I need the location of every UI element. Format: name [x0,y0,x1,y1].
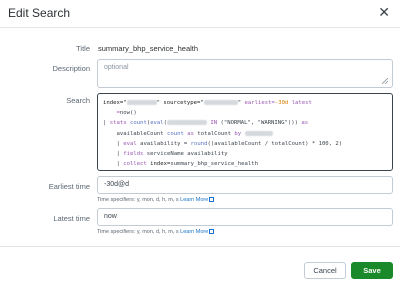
earliest-time-label: Earliest time [48,182,90,191]
search-line-3: | stats count(eval( IN ("NORMAL", "WARNI… [103,120,309,127]
latest-time-field[interactable]: now [97,208,393,226]
search-editor[interactable]: index=" " sourcetype=" " earliest=-30d lat… [97,93,393,171]
search-label: Search [66,96,90,105]
cancel-button[interactable]: Cancel [304,262,346,279]
earliest-learn-more-link[interactable]: Learn More [180,197,215,203]
modal-header: Edit Search ✕ [0,0,400,28]
title-value: summary_bhp_service_health [98,44,199,53]
latest-hint-text: Time specifiers: y, mon, d, h, m, s [97,229,179,235]
description-field[interactable]: optional [97,59,393,88]
latest-time-value: now [104,213,117,220]
latest-time-hint: Time specifiers: y, mon, d, h, m, s Lear… [97,229,215,235]
external-link-icon [209,229,215,234]
learn-more-label: Learn More [180,197,209,203]
save-button[interactable]: Save [351,262,393,279]
earliest-time-field[interactable]: -30d@d [97,176,393,194]
external-link-icon [209,197,215,202]
close-icon[interactable]: ✕ [378,5,390,19]
earliest-hint-text: Time specifiers: y, mon, d, h, m, s [97,197,179,203]
modal-title: Edit Search [8,6,71,20]
latest-learn-more-link[interactable]: Learn More [180,229,215,235]
search-line-4: availableCount count as totalCount by [103,129,387,139]
learn-more-label: Learn More [180,229,209,235]
title-label: Title [76,44,90,53]
search-line-7: | collect index=summary_bhp_service_heal… [103,161,258,168]
latest-time-label: Latest time [53,214,90,223]
resize-handle-icon[interactable] [382,78,388,84]
edit-search-modal: Edit Search ✕ Title summary_bhp_service_… [0,0,400,286]
description-placeholder: optional [104,64,129,71]
earliest-time-hint: Time specifiers: y, mon, d, h, m, s Lear… [97,197,215,203]
search-line-6: | fields serviceName availability [103,151,228,158]
search-line-1: index=" " sourcetype=" " earliest=-30d lat… [103,100,312,106]
description-label: Description [52,64,90,73]
search-line-2: =now() [116,110,137,117]
search-line-5: | eval availability = round((availableCo… [103,140,343,147]
earliest-time-value: -30d@d [104,181,130,188]
